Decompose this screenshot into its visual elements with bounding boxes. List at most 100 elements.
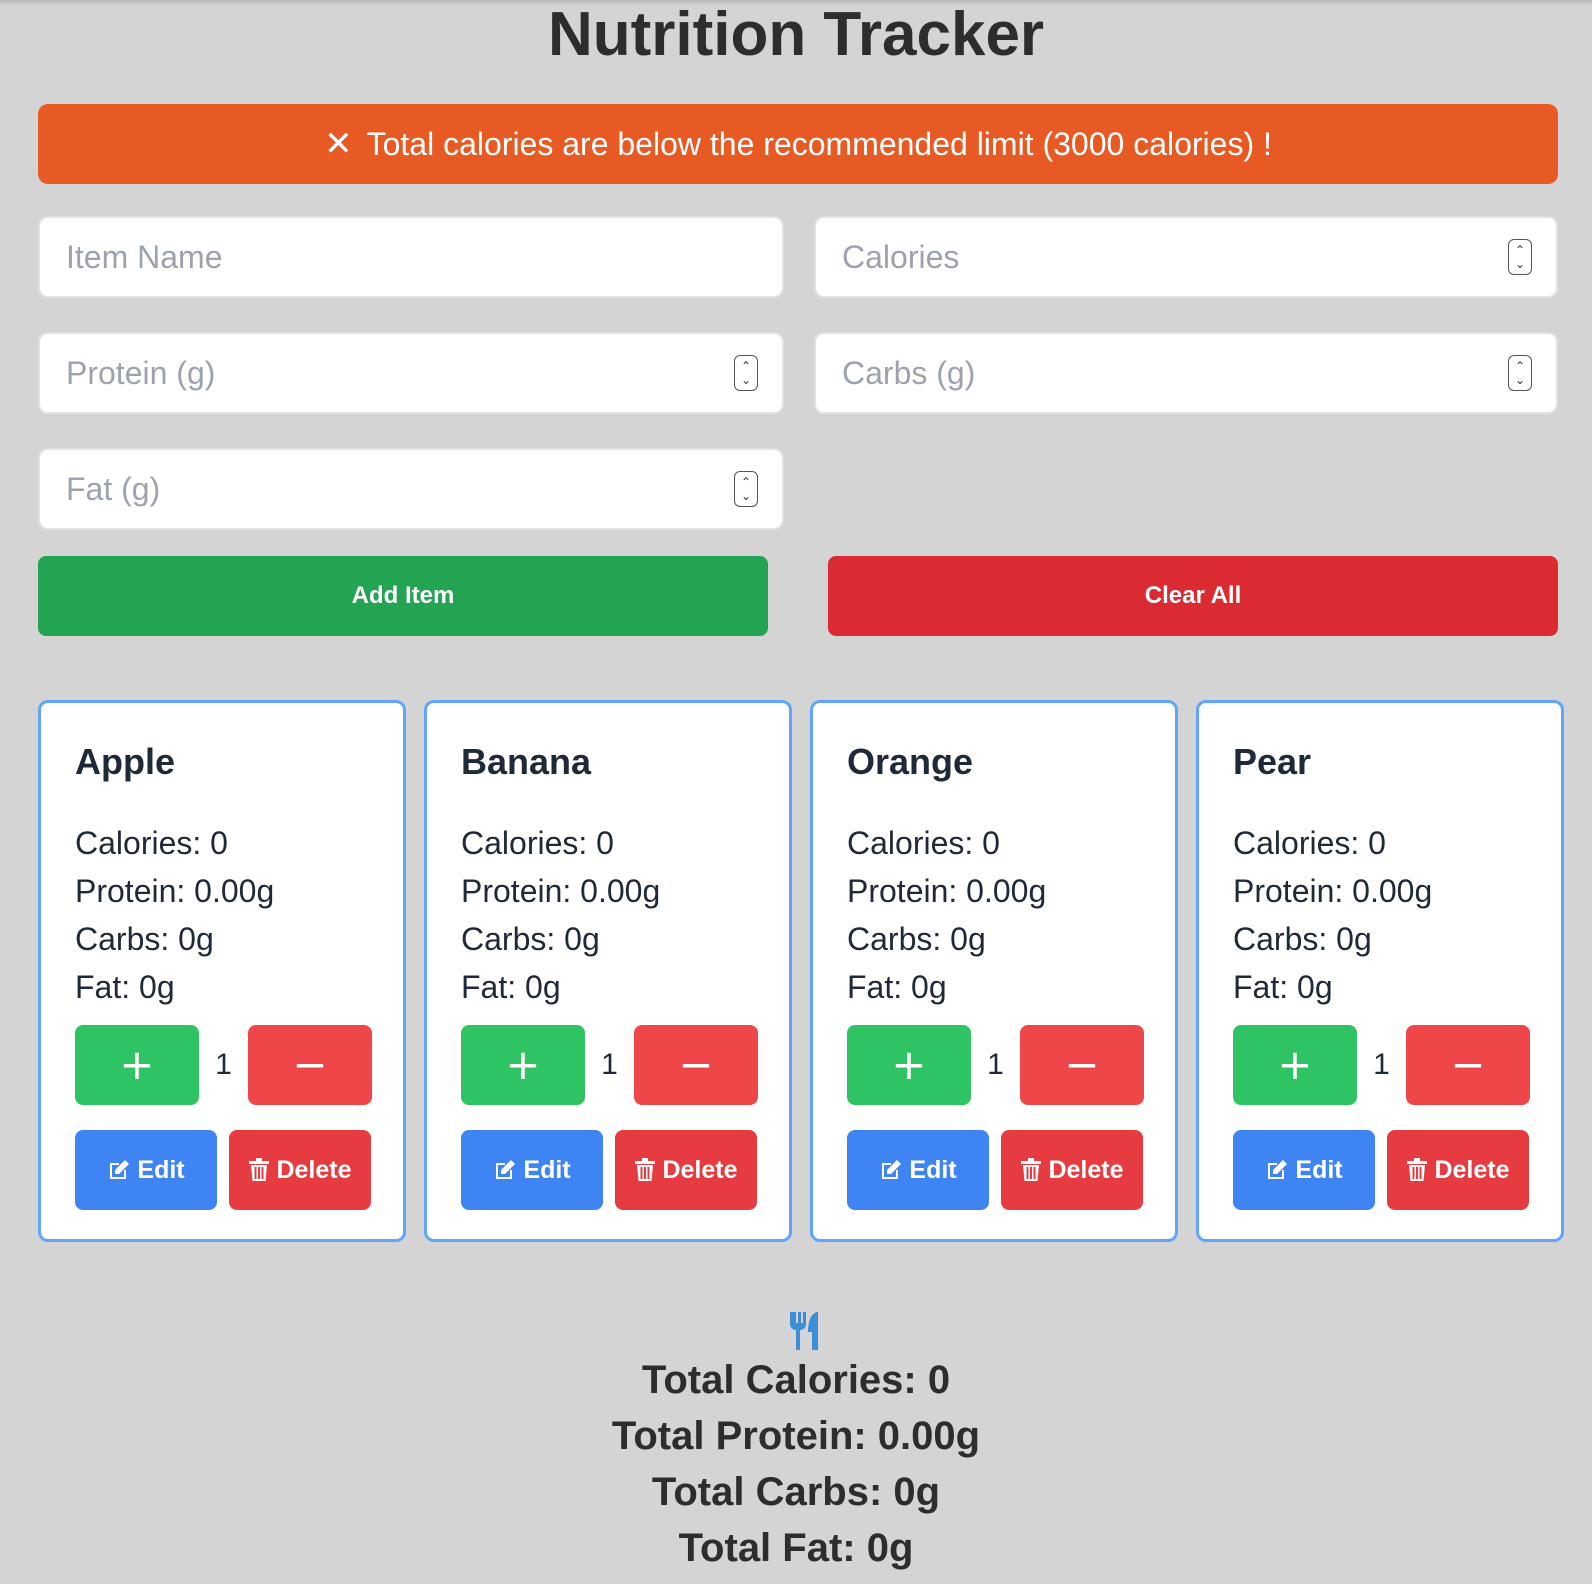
item-card: Apple Calories: 0 Protein: 0.00g Carbs: 0g F… [38, 700, 406, 1242]
delete-label: Delete [662, 1155, 738, 1184]
plus-icon: + [1277, 1040, 1313, 1089]
item-name: Pear [1233, 741, 1312, 782]
item-carbs: Carbs: 0g [75, 921, 214, 957]
carbs-input[interactable] [840, 353, 1498, 393]
clear-all-button[interactable]: Clear All [828, 556, 1558, 636]
increase-quantity-button[interactable]: + [461, 1025, 585, 1105]
decrease-quantity-button[interactable]: − [1406, 1025, 1530, 1105]
chevron-down-icon: ⌄ [1514, 373, 1526, 387]
delete-button[interactable]: Delete [1001, 1130, 1143, 1210]
item-calories: Calories: 0 [847, 825, 1000, 861]
trash-icon [1021, 1158, 1042, 1181]
edit-label: Edit [909, 1155, 957, 1184]
plus-icon: + [119, 1040, 155, 1089]
item-fat: Fat: 0g [1233, 969, 1333, 1005]
trash-icon [635, 1158, 656, 1181]
edit-label: Edit [137, 1155, 185, 1184]
item-name-field[interactable] [38, 216, 784, 298]
edit-button[interactable]: Edit [461, 1130, 603, 1210]
edit-icon [110, 1160, 130, 1179]
item-carbs: Carbs: 0g [461, 921, 600, 957]
delete-label: Delete [276, 1155, 352, 1184]
item-quantity: 1 [601, 1048, 618, 1081]
chevron-down-icon: ⌄ [740, 489, 752, 503]
delete-button[interactable]: Delete [615, 1130, 757, 1210]
item-protein: Protein: 0.00g [1233, 873, 1433, 909]
delete-button[interactable]: Delete [1387, 1130, 1529, 1210]
item-carbs: Carbs: 0g [847, 921, 986, 957]
increase-quantity-button[interactable]: + [1233, 1025, 1357, 1105]
item-protein: Protein: 0.00g [75, 873, 275, 909]
delete-button[interactable]: Delete [229, 1130, 371, 1210]
fat-field[interactable]: ⌃ ⌄ [38, 448, 784, 530]
protein-field[interactable]: ⌃ ⌄ [38, 332, 784, 414]
item-quantity: 1 [1373, 1048, 1390, 1081]
plus-icon: + [891, 1040, 927, 1089]
item-card: Banana Calories: 0 Protein: 0.00g Carbs: 0g… [424, 700, 792, 1242]
decrease-quantity-button[interactable]: − [1020, 1025, 1144, 1105]
trash-icon [1407, 1158, 1428, 1181]
chevron-up-icon: ⌃ [740, 475, 752, 489]
edit-button[interactable]: Edit [1233, 1130, 1375, 1210]
edit-button[interactable]: Edit [847, 1130, 989, 1210]
item-card: Orange Calories: 0 Protein: 0.00g Carbs: 0g… [810, 700, 1178, 1242]
item-quantity: 1 [987, 1048, 1004, 1081]
minus-icon: − [1450, 1040, 1486, 1089]
item-name-input[interactable] [64, 237, 758, 277]
item-fat: Fat: 0g [75, 969, 175, 1005]
item-protein: Protein: 0.00g [461, 873, 661, 909]
alert-message: Total calories are below the recommended… [366, 125, 1272, 162]
total-protein: Total Protein: 0.00g [611, 1414, 981, 1458]
item-calories: Calories: 0 [75, 825, 228, 861]
protein-stepper[interactable]: ⌃ ⌄ [734, 355, 758, 391]
decrease-quantity-button[interactable]: − [248, 1025, 372, 1105]
delete-label: Delete [1434, 1155, 1510, 1184]
item-name: Banana [461, 741, 592, 782]
item-calories: Calories: 0 [461, 825, 614, 861]
increase-quantity-button[interactable]: + [847, 1025, 971, 1105]
chevron-down-icon: ⌄ [1514, 257, 1526, 271]
minus-icon: − [1064, 1040, 1100, 1089]
item-name: Orange [847, 741, 974, 782]
total-calories: Total Calories: 0 [641, 1358, 951, 1402]
plus-icon: + [505, 1040, 541, 1089]
carbs-stepper[interactable]: ⌃ ⌄ [1508, 355, 1532, 391]
increase-quantity-button[interactable]: + [75, 1025, 199, 1105]
chevron-down-icon: ⌄ [740, 373, 752, 387]
calorie-alert: ✕ Total calories are below the recommend… [38, 104, 1558, 184]
close-icon[interactable]: ✕ [324, 127, 353, 161]
edit-label: Edit [523, 1155, 571, 1184]
fat-stepper[interactable]: ⌃ ⌄ [734, 471, 758, 507]
fat-input[interactable] [64, 469, 724, 509]
delete-label: Delete [1048, 1155, 1124, 1184]
edit-icon [1268, 1160, 1288, 1179]
calories-field[interactable]: ⌃ ⌄ [814, 216, 1558, 298]
utensils-icon [790, 1312, 818, 1350]
edit-icon [882, 1160, 902, 1179]
calories-input[interactable] [840, 237, 1498, 277]
trash-icon [249, 1158, 270, 1181]
edit-button[interactable]: Edit [75, 1130, 217, 1210]
chevron-up-icon: ⌃ [740, 359, 752, 373]
protein-input[interactable] [64, 353, 724, 393]
add-item-button[interactable]: Add Item [38, 556, 768, 636]
page-title: Nutrition Tracker [547, 0, 1045, 69]
item-quantity: 1 [215, 1048, 232, 1081]
item-calories: Calories: 0 [1233, 825, 1386, 861]
minus-icon: − [292, 1040, 328, 1089]
carbs-field[interactable]: ⌃ ⌄ [814, 332, 1558, 414]
item-carbs: Carbs: 0g [1233, 921, 1372, 957]
edit-icon [496, 1160, 516, 1179]
total-fat: Total Fat: 0g [678, 1526, 914, 1570]
item-name: Apple [75, 741, 176, 782]
item-fat: Fat: 0g [461, 969, 561, 1005]
item-protein: Protein: 0.00g [847, 873, 1047, 909]
chevron-up-icon: ⌃ [1514, 359, 1526, 373]
minus-icon: − [678, 1040, 714, 1089]
chevron-up-icon: ⌃ [1514, 243, 1526, 257]
total-carbs: Total Carbs: 0g [651, 1470, 941, 1514]
decrease-quantity-button[interactable]: − [634, 1025, 758, 1105]
calories-stepper[interactable]: ⌃ ⌄ [1508, 239, 1532, 275]
item-card: Pear Calories: 0 Protein: 0.00g Carbs: 0g Fa… [1196, 700, 1564, 1242]
item-fat: Fat: 0g [847, 969, 947, 1005]
